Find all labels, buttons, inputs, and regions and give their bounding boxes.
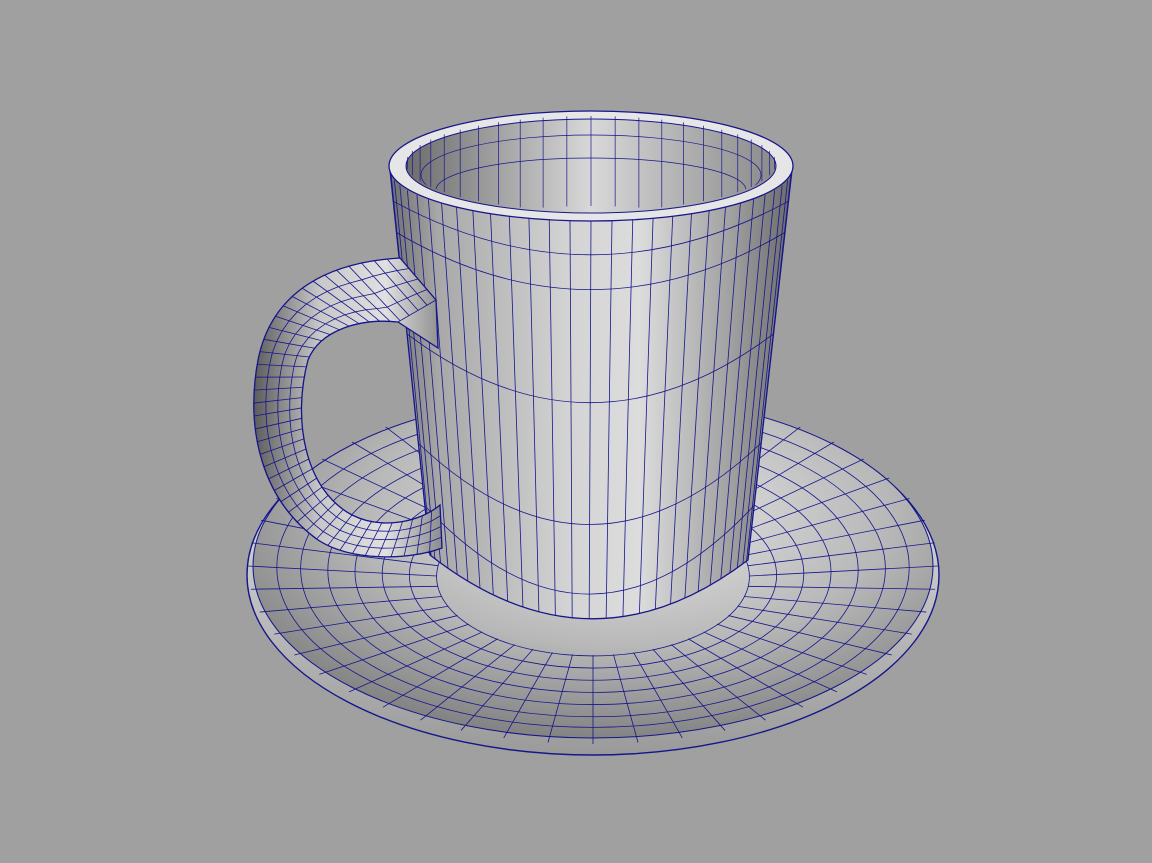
3d-viewport[interactable] [0, 0, 1152, 863]
teacup-model-render[interactable] [0, 0, 1152, 863]
